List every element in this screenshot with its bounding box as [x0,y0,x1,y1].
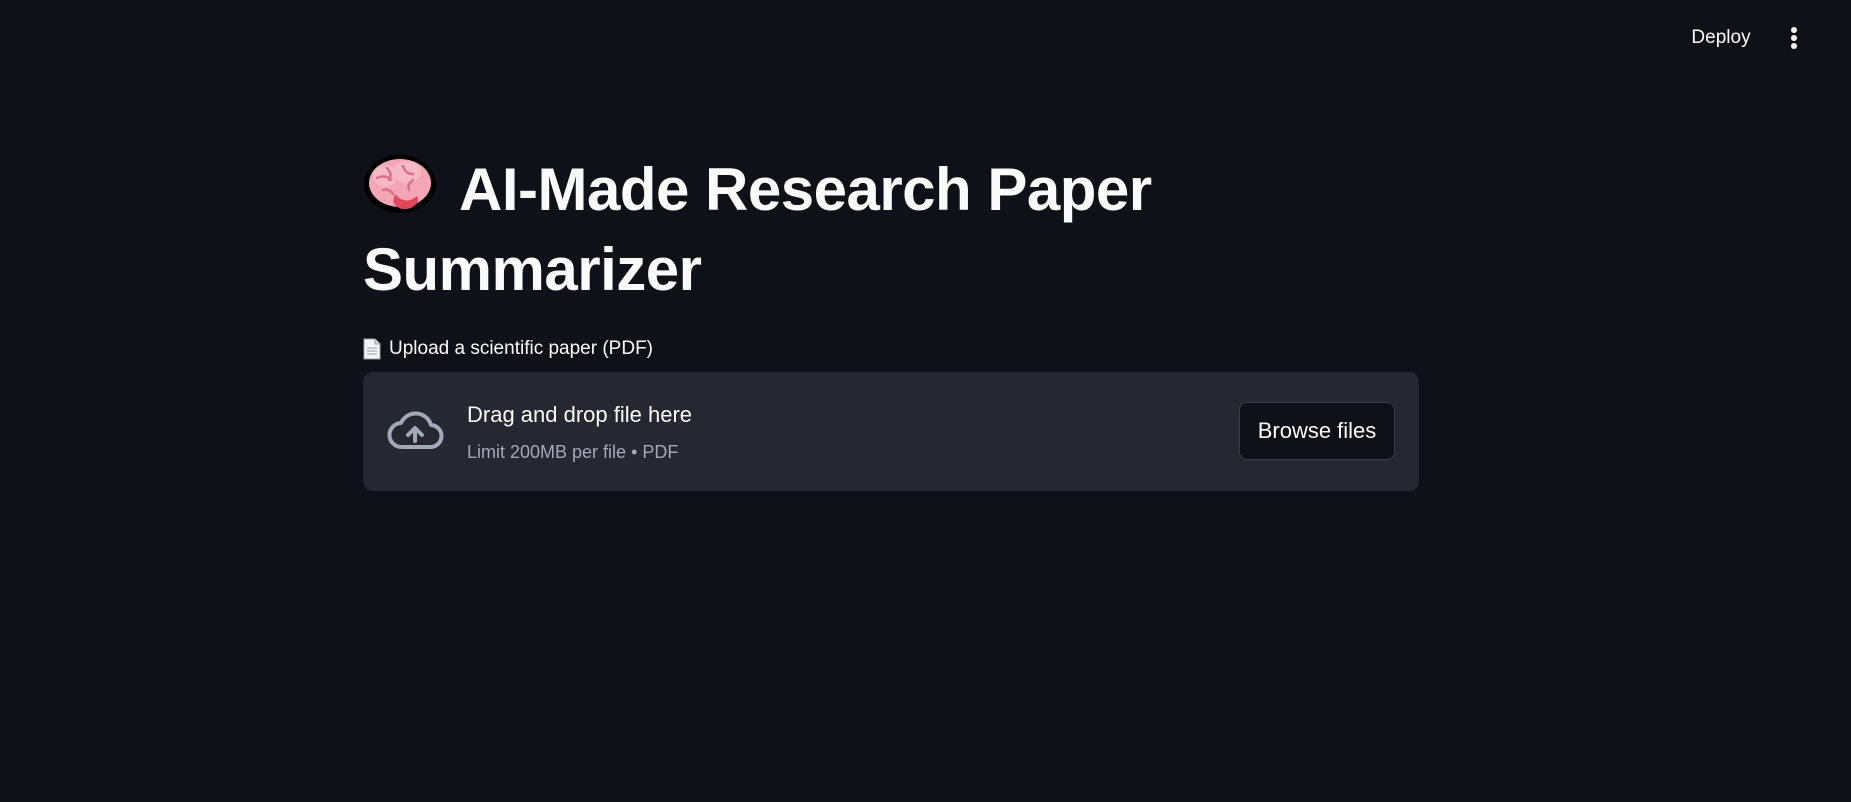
dropzone-limit-text: Limit 200MB per file • PDF [467,442,679,462]
browse-files-button[interactable]: Browse files [1239,402,1395,460]
page-title-text: AI-Made Research Paper Summarizer [363,156,1152,303]
document-icon [363,338,381,360]
app-page: Deploy AI-Made Research Paper Summarizer [0,0,1851,802]
uploader-label-text: Upload a scientific paper (PDF) [389,338,653,359]
kebab-menu-icon [1791,27,1797,49]
brain-icon [363,154,437,216]
main-menu-button[interactable] [1778,22,1810,54]
cloud-upload-icon [387,411,444,449]
main-content: AI-Made Research Paper Summarizer Upload… [363,150,1419,491]
file-dropzone[interactable]: Drag and drop file here Limit 200MB per … [363,372,1419,491]
app-header: Deploy [0,0,1851,76]
deploy-button[interactable]: Deploy [1676,22,1766,54]
uploader-label: Upload a scientific paper (PDF) [363,336,1419,362]
page-title: AI-Made Research Paper Summarizer [363,150,1419,310]
dropzone-instructions: Drag and drop file here [467,402,693,427]
